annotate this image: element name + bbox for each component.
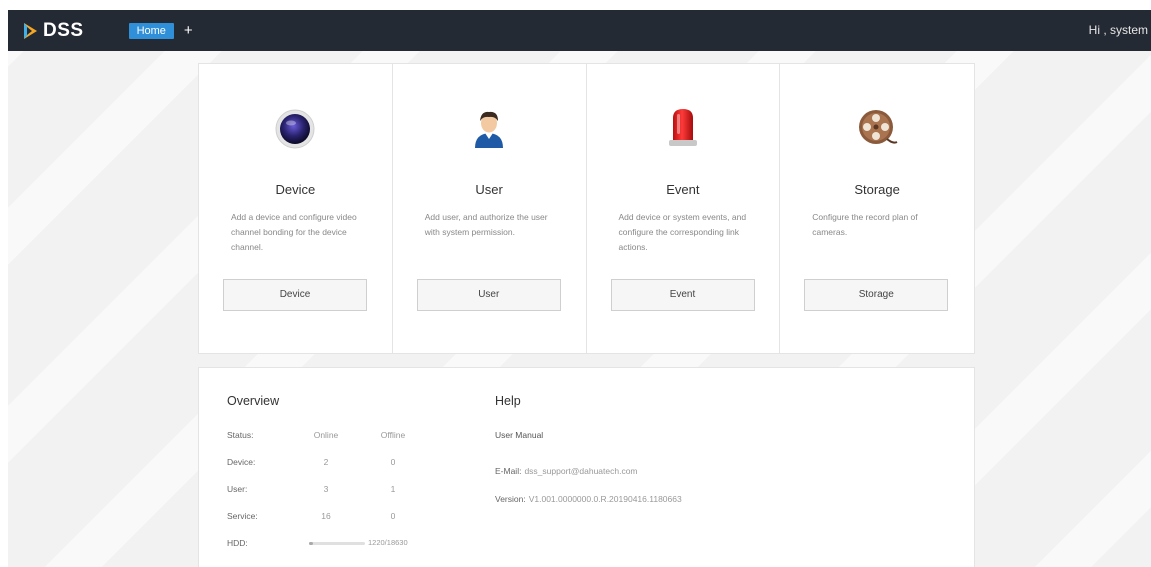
device-card: Device Add a device and configure video … bbox=[199, 64, 393, 353]
alarm-siren-icon bbox=[668, 109, 697, 146]
device-card-title: Device bbox=[275, 182, 316, 197]
top-bar: DSS Home + Hi , system bbox=[8, 10, 1151, 51]
hdd-usage-bar bbox=[309, 542, 365, 545]
overview-hdd-label: HDD: bbox=[227, 538, 248, 548]
user-greeting[interactable]: Hi , system bbox=[1089, 10, 1148, 51]
user-button[interactable]: User bbox=[416, 279, 561, 311]
overview-user-online: 3 bbox=[323, 484, 329, 494]
overview-status-header: Status: bbox=[227, 430, 254, 440]
overview-device-offline: 0 bbox=[390, 457, 396, 467]
add-tab-button[interactable]: + bbox=[184, 22, 193, 39]
overview-offline-header: Offline bbox=[380, 430, 406, 440]
overview-service-online: 16 bbox=[321, 511, 331, 521]
overview-device-online: 2 bbox=[323, 457, 329, 467]
device-button[interactable]: Device bbox=[223, 279, 367, 311]
hdd-usage-text: 1220/18630 bbox=[368, 538, 408, 547]
user-card: User Add user, and authorize the user wi… bbox=[393, 64, 587, 353]
module-cards: Device Add a device and configure video … bbox=[198, 63, 975, 354]
event-card-title: Event bbox=[666, 182, 700, 197]
overview-service-offline: 0 bbox=[390, 511, 396, 521]
help-version-line: Version: V1.001.0000000.0.R.20190416.1180… bbox=[495, 494, 682, 504]
version-label: Version: bbox=[495, 494, 526, 504]
storage-button[interactable]: Storage bbox=[804, 279, 949, 311]
help-title: Help bbox=[495, 394, 521, 408]
overview-service-label: Service: bbox=[227, 511, 258, 521]
storage-card: Storage Configure the record plan of cam… bbox=[780, 64, 974, 353]
overview-device-label: Device: bbox=[227, 457, 256, 467]
support-email: dss_support@dahuatech.com bbox=[524, 466, 638, 476]
event-button[interactable]: Event bbox=[610, 279, 755, 311]
device-card-description: Add a device and configure video channel… bbox=[231, 212, 357, 252]
version-value: V1.001.0000000.0.R.20190416.1180663 bbox=[528, 494, 682, 504]
app-logo-text: DSS bbox=[43, 19, 84, 41]
hdd-usage-fill bbox=[309, 542, 313, 545]
camera-lens-icon bbox=[275, 109, 315, 149]
email-label: E-Mail: bbox=[495, 466, 522, 476]
user-manual-link[interactable]: User Manual bbox=[495, 430, 543, 440]
event-card-description: Add device or system events, and configu… bbox=[618, 212, 747, 252]
app-logo[interactable]: DSS bbox=[20, 20, 84, 42]
user-card-description: Add user, and authorize the user with sy… bbox=[424, 212, 548, 237]
film-reel-icon bbox=[859, 110, 898, 144]
info-panel: Overview Status: Online Offline Device: … bbox=[198, 367, 975, 567]
dss-logo-icon bbox=[24, 22, 37, 39]
user-avatar-icon bbox=[475, 111, 504, 148]
overview-title: Overview bbox=[227, 394, 280, 408]
help-email-line: E-Mail: dss_support@dahuatech.com bbox=[495, 466, 638, 476]
overview-user-label: User: bbox=[227, 484, 248, 494]
user-card-title: User bbox=[475, 182, 503, 197]
tab-home[interactable]: Home bbox=[128, 22, 174, 39]
overview-user-offline: 1 bbox=[390, 484, 396, 494]
event-card: Event Add device or system events, and c… bbox=[587, 64, 781, 353]
storage-card-description: Configure the record plan of cameras. bbox=[812, 212, 918, 237]
storage-card-title: Storage bbox=[854, 182, 900, 197]
overview-online-header: Online bbox=[313, 430, 339, 440]
